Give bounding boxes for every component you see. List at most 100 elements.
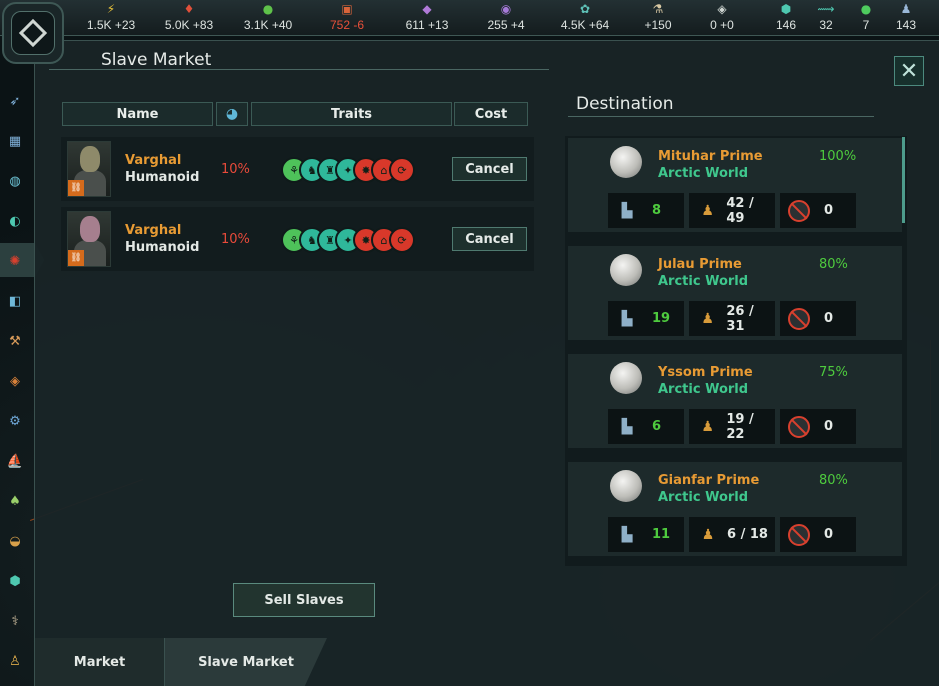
sidebar-planets-icon[interactable]: ⬢	[4, 570, 26, 592]
housing-icon: ▙	[621, 202, 633, 219]
housing-stat: ▙ 19	[608, 301, 684, 336]
planet-name: Mituhar Prime	[658, 149, 763, 164]
resource-bar: ⚡ 1.5K +23 ♦ 5.0K +83 ● 3.1K +40 ▣ 752 -…	[0, 0, 939, 36]
slave-name: Varghal	[125, 223, 182, 238]
slaves-stat: 0	[780, 517, 856, 552]
slave-percent: 10%	[221, 162, 250, 177]
bottom-tabs: Market Slave Market	[35, 638, 939, 686]
title-divider	[49, 69, 549, 70]
sidebar-edicts-icon[interactable]: ⚒	[4, 330, 26, 352]
sidebar-tech-icon[interactable]: ⚙	[4, 410, 26, 432]
sidebar-factions-icon[interactable]: ◒	[4, 530, 26, 552]
destination-planet-card[interactable]: Mituhar Prime Arctic World 100% ▙ 8 ♟ 42…	[568, 138, 902, 232]
housing-stat: ▙ 11	[608, 517, 684, 552]
trait-list: ⚘ ♞ ♜ ✦ ✸ ⌂ ⟳	[281, 227, 415, 253]
cancel-button[interactable]: Cancel	[452, 227, 527, 251]
destination-planet-card[interactable]: Yssom Prime Arctic World 75% ▙ 6 ♟ 19 / …	[568, 354, 902, 448]
pops-stat: ♟ 6 / 18	[689, 517, 775, 552]
resource-energy[interactable]: ⚡ 1.5K +23	[66, 2, 156, 32]
slave-species: Humanoid	[125, 240, 200, 255]
outliner-sidebar: ➶ ▦ ◍ ◐ ✺ ◧ ⚒ ◈ ⚙ ⛵ ♠ ◒ ⬢ ⚕ ♙	[0, 80, 44, 686]
tab-slave-market[interactable]: Slave Market	[165, 638, 327, 686]
slave-badge-icon: ⛓	[68, 180, 84, 196]
trait-list: ⚘ ♞ ♜ ✦ ✸ ⌂ ⟳	[281, 157, 415, 183]
sidebar-fleet-icon[interactable]: ⛵	[4, 450, 26, 472]
resource-pops[interactable]: ♟ 143	[861, 2, 939, 32]
planet-icon	[610, 470, 642, 502]
species-portrait: ⛓	[67, 141, 111, 197]
trait-unruly-icon[interactable]: ⟳	[389, 227, 415, 253]
destination-title: Destination	[576, 94, 674, 114]
sidebar-contacts-icon[interactable]: ◐	[4, 210, 26, 232]
planet-globe-icon: ◕	[225, 106, 239, 122]
sidebar-leaders-icon[interactable]: ♙	[4, 650, 26, 672]
slave-name: Varghal	[125, 153, 182, 168]
column-header-cost[interactable]: Cost	[454, 102, 528, 126]
alloys-icon: ◆	[422, 2, 432, 16]
consumer-goods-icon: ▣	[341, 2, 353, 16]
slave-row[interactable]: ⛓ Varghal Humanoid 10% ⚘ ♞ ♜ ✦ ✸ ⌂ ⟳ Can…	[61, 207, 534, 271]
close-icon: ✕	[899, 58, 919, 84]
destination-divider	[568, 116, 874, 117]
sidebar-policies-icon[interactable]: ◧	[4, 290, 26, 312]
sidebar-map-icon[interactable]: ▦	[4, 130, 26, 152]
column-header-name[interactable]: Name	[62, 102, 213, 126]
sidebar-ships-icon[interactable]: ➶	[4, 90, 26, 112]
destination-planet-card[interactable]: Julau Prime Arctic World 80% ▙ 19 ♟ 26 /…	[568, 246, 902, 340]
destination-planet-card[interactable]: Gianfar Prime Arctic World 80% ▙ 11 ♟ 6 …	[568, 462, 902, 556]
housing-icon: ▙	[621, 418, 633, 435]
resource-consumer-goods[interactable]: ▣ 752 -6	[302, 2, 392, 32]
pops-icon: ♟	[900, 2, 912, 16]
housing-stat: ▙ 8	[608, 193, 684, 228]
slaves-stat: 0	[780, 301, 856, 336]
destination-list[interactable]: Mituhar Prime Arctic World 100% ▙ 8 ♟ 42…	[565, 136, 907, 566]
food-icon: ●	[262, 2, 274, 16]
resource-food[interactable]: ● 3.1K +40	[223, 2, 313, 32]
sell-slaves-button[interactable]: Sell Slaves	[233, 583, 375, 617]
planet-type: Arctic World	[658, 490, 749, 505]
close-button[interactable]: ✕	[894, 56, 924, 86]
planet-icon	[610, 362, 642, 394]
pops-stat: ♟ 42 / 49	[689, 193, 775, 228]
no-slavery-icon	[788, 523, 810, 546]
planet-name: Yssom Prime	[658, 365, 753, 380]
planet-name: Gianfar Prime	[658, 473, 760, 488]
pop-icon: ♟	[701, 310, 714, 327]
trait-unruly-icon[interactable]: ⟳	[389, 157, 415, 183]
no-slavery-icon	[788, 307, 810, 330]
sidebar-dna-icon[interactable]: ⚕	[4, 610, 26, 632]
tab-market[interactable]: Market	[35, 638, 165, 686]
planet-percent: 100%	[819, 149, 857, 164]
species-portrait: ⛓	[67, 211, 111, 267]
column-header-traits[interactable]: Traits	[251, 102, 452, 126]
destination-scrollbar[interactable]	[902, 137, 905, 223]
planet-name: Julau Prime	[658, 257, 742, 272]
slave-species: Humanoid	[125, 170, 200, 185]
housing-stat: ▙ 6	[608, 409, 684, 444]
planet-type: Arctic World	[658, 382, 749, 397]
sidebar-traditions-icon[interactable]: ◈	[4, 370, 26, 392]
pop-icon: ♟	[701, 202, 714, 219]
cancel-button[interactable]: Cancel	[452, 157, 527, 181]
slave-row[interactable]: ⛓ Varghal Humanoid 10% ⚘ ♞ ♜ ✦ ✸ ⌂ ⟳ Can…	[61, 137, 534, 201]
sidebar-species-icon[interactable]: ♠	[4, 490, 26, 512]
empire-emblem-icon	[18, 18, 48, 48]
resource-influence[interactable]: ◉ 255 +4	[461, 2, 551, 32]
sidebar-market-icon[interactable]: ◍	[4, 170, 26, 192]
resource-minerals[interactable]: ♦ 5.0K +83	[144, 2, 234, 32]
slaves-stat: 0	[780, 193, 856, 228]
slave-percent: 10%	[221, 232, 250, 247]
influence-icon: ◉	[500, 2, 512, 16]
empire-emblem-button[interactable]	[2, 2, 64, 64]
window-title: Slave Market	[101, 50, 212, 70]
energy-icon: ⚡	[106, 2, 116, 16]
resource-alloys[interactable]: ◆ 611 +13	[382, 2, 472, 32]
planet-type: Arctic World	[658, 166, 749, 181]
sidebar-situation-icon[interactable]: ✺	[4, 250, 26, 272]
planet-percent: 80%	[819, 257, 848, 272]
planet-percent: 75%	[819, 365, 848, 380]
column-header-planet[interactable]: ◕	[216, 102, 248, 126]
housing-icon: ▙	[621, 526, 633, 543]
no-slavery-icon	[788, 199, 810, 222]
planet-icon	[610, 146, 642, 178]
